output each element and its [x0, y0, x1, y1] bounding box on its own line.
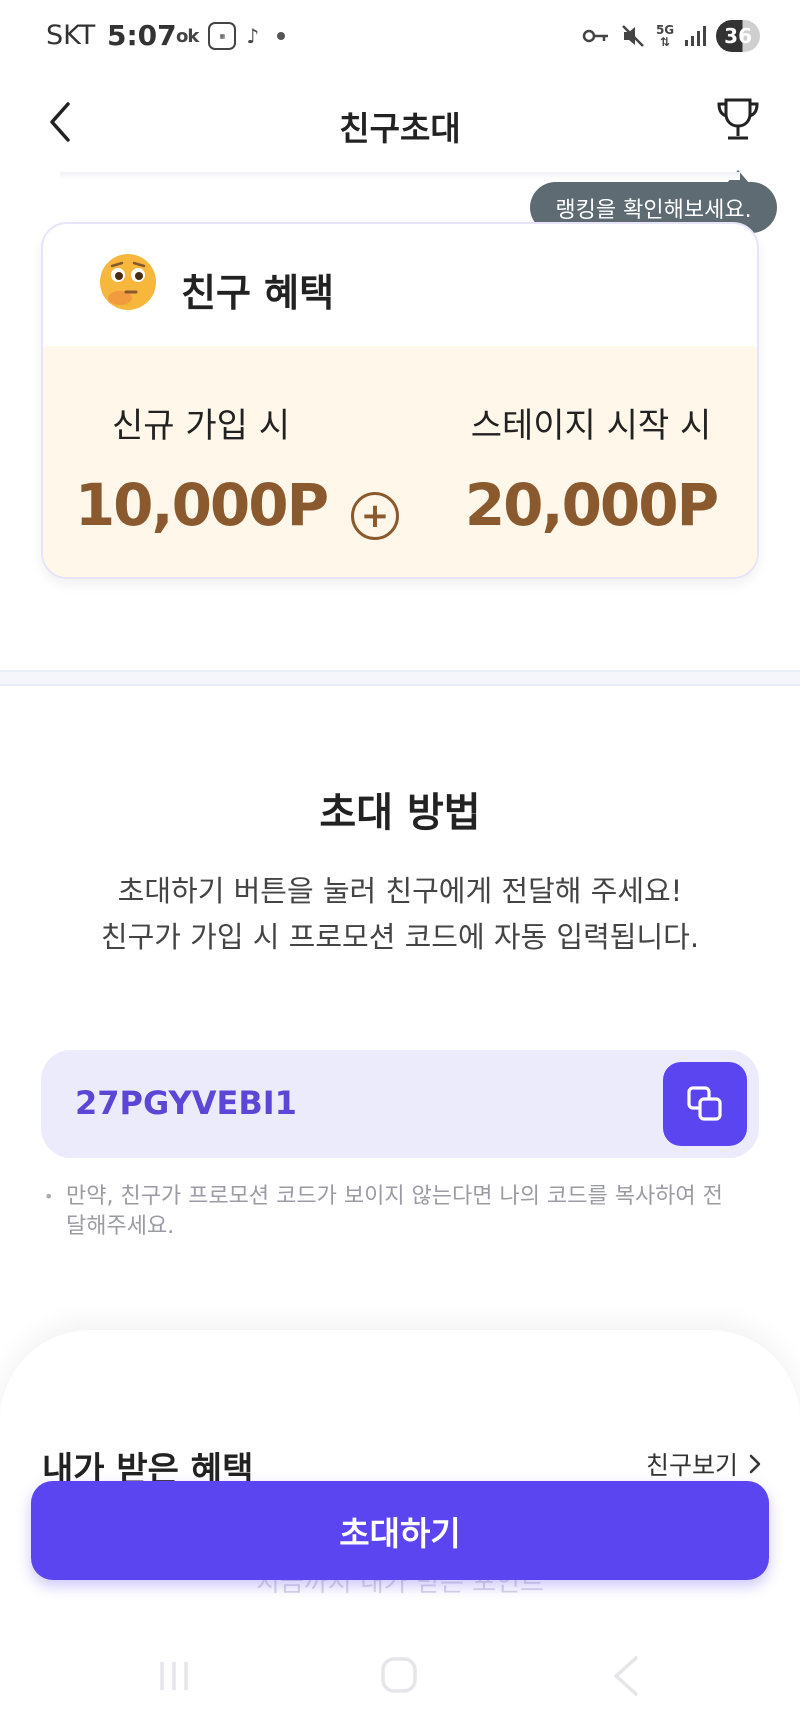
benefit-card-header: 친구 혜택 — [43, 224, 757, 346]
chevron-right-icon — [749, 1454, 761, 1474]
network-5g-icon: 5G ⇅ — [655, 23, 675, 49]
signup-benefit: 신규 가입 시 10,000P — [43, 398, 359, 539]
app-notification-icon: ▦ — [208, 22, 237, 50]
section-divider — [0, 670, 800, 686]
page-title: 친구초대 — [339, 109, 461, 148]
mute-icon — [622, 25, 644, 47]
stage-benefit: 스테이지 시작 시 20,000P — [433, 398, 749, 539]
copy-code-button[interactable] — [663, 1062, 747, 1146]
promo-code-box: 27PGYVEBI1 — [41, 1050, 759, 1158]
more-notifications-dot — [277, 32, 286, 40]
signal-icon — [685, 26, 707, 46]
stage-benefit-value: 20,000P — [464, 471, 719, 539]
battery-level: 36 — [724, 24, 752, 48]
stage-benefit-label: 스테이지 시작 시 — [470, 406, 712, 446]
clock: 5:07 — [107, 19, 177, 52]
friend-benefit-card: 친구 혜택 신규 가입 시 10,000P + 스테이지 시작 시 20,000… — [41, 222, 759, 579]
recent-apps-icon[interactable] — [156, 1658, 192, 1694]
view-friends-link[interactable]: 친구보기 — [646, 1446, 762, 1482]
invite-method-title: 초대 방법 — [319, 790, 481, 836]
ok-cashbag-icon: ok — [176, 25, 199, 47]
invite-method-line-2: 친구가 가입 시 프로모션 코드에 자동 입력됩니다. — [100, 920, 700, 954]
trophy-icon — [717, 98, 759, 140]
invite-button[interactable]: 초대하기 — [31, 1481, 769, 1580]
status-bar: SKT 5:07 ok ▦ ♪ 5G ⇅ 36 — [0, 0, 800, 76]
header-divider — [60, 172, 740, 180]
ranking-button[interactable] — [714, 94, 762, 146]
benefit-card-body: 신규 가입 시 10,000P + 스테이지 시작 시 20,000P — [43, 346, 757, 577]
promo-code[interactable]: 27PGYVEBI1 — [75, 1084, 297, 1122]
signup-benefit-value: 10,000P — [74, 471, 329, 539]
thinking-face-icon — [100, 254, 156, 310]
promo-code-note: 만약, 친구가 프로모션 코드가 보이지 않는다면 나의 코드를 복사하여 전달… — [44, 1182, 724, 1242]
carrier-label: SKT — [46, 20, 96, 51]
system-nav-bar — [0, 1620, 800, 1733]
network-label: 5G — [655, 23, 675, 37]
invite-method-line-1: 초대하기 버튼을 눌러 친구에게 전달해 주세요! — [117, 874, 683, 908]
benefit-card-title: 친구 혜택 — [181, 271, 335, 315]
system-back-icon[interactable] — [606, 1654, 646, 1698]
view-friends-label: 친구보기 — [645, 1451, 738, 1480]
signup-benefit-label: 신규 가입 시 — [111, 406, 290, 446]
system-icons: 5G ⇅ 36 — [582, 20, 760, 52]
plus-circle-icon: + — [351, 492, 399, 540]
notification-icons: ok ▦ ♪ — [176, 22, 286, 50]
battery-icon: 36 — [716, 20, 760, 52]
vpn-key-icon — [582, 29, 608, 43]
invite-method-description: 초대하기 버튼을 눌러 친구에게 전달해 주세요! 친구가 가입 시 프로모션 … — [0, 868, 800, 960]
tiktok-icon: ♪ — [246, 24, 260, 48]
app-header: 친구초대 — [0, 76, 800, 176]
home-icon[interactable] — [380, 1656, 418, 1694]
copy-icon — [687, 1086, 722, 1121]
